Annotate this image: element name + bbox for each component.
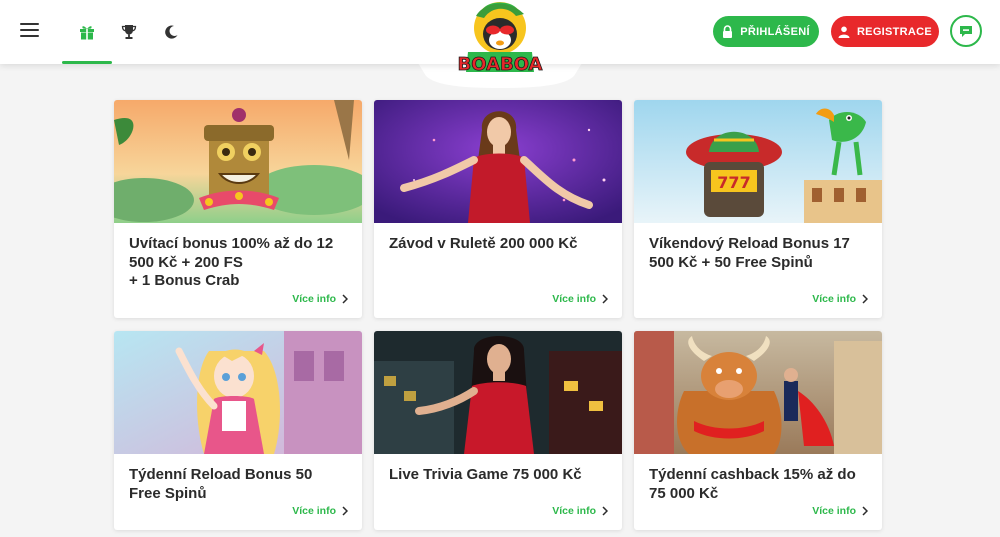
promo-card[interactable]: Live Trivia Game 75 000 Kč Více info xyxy=(374,331,622,530)
more-info-link[interactable]: Více info xyxy=(552,505,608,517)
promo-title: Uvítací bonus 100% až do 12 500 Kč + 200… xyxy=(129,235,334,289)
promo-image-trivia-host xyxy=(374,331,622,454)
more-info-label: Více info xyxy=(292,293,336,305)
more-info-link[interactable]: Více info xyxy=(292,505,348,517)
chevron-right-icon xyxy=(602,294,608,304)
more-info-label: Více info xyxy=(552,505,596,517)
promo-title: Týdenní Reload Bonus 50 Free Spinů xyxy=(129,466,313,502)
chevron-right-icon xyxy=(342,294,348,304)
chat-button[interactable] xyxy=(950,15,982,47)
promo-title: Týdenní cashback 15% až do 75 000 Kč xyxy=(649,466,856,502)
promo-card[interactable]: Týdenní Reload Bonus 50 Free Spinů Více … xyxy=(114,331,362,530)
promo-card[interactable]: Závod v Ruletě 200 000 Kč Více info xyxy=(374,100,622,318)
more-info-label: Více info xyxy=(292,505,336,517)
more-info-link[interactable]: Více info xyxy=(292,293,348,305)
more-info-label: Více info xyxy=(812,293,856,305)
login-label: PŘIHLÁŠENÍ xyxy=(740,25,810,38)
more-info-link[interactable]: Více info xyxy=(812,505,868,517)
promo-title: Live Trivia Game 75 000 Kč xyxy=(389,466,582,483)
trophy-icon[interactable] xyxy=(113,18,145,46)
chevron-right-icon xyxy=(862,294,868,304)
more-info-link[interactable]: Více info xyxy=(812,293,868,305)
chevron-right-icon xyxy=(342,506,348,516)
promo-image-bull-matador xyxy=(634,331,882,454)
user-icon xyxy=(838,26,850,38)
more-info-label: Více info xyxy=(812,505,856,517)
gift-icon[interactable] xyxy=(62,18,112,64)
more-info-label: Více info xyxy=(552,293,596,305)
chevron-right-icon xyxy=(862,506,868,516)
more-info-link[interactable]: Více info xyxy=(552,293,608,305)
chat-icon xyxy=(960,25,972,37)
login-button[interactable]: PŘIHLÁŠENÍ xyxy=(713,16,819,47)
logo-wordmark: BOABOA xyxy=(458,54,543,75)
register-button[interactable]: REGISTRACE xyxy=(831,16,939,47)
promo-title: Závod v Ruletě 200 000 Kč xyxy=(389,235,578,252)
promo-card[interactable]: Týdenní cashback 15% až do 75 000 Kč Víc… xyxy=(634,331,882,530)
chevron-right-icon xyxy=(602,506,608,516)
lock-icon xyxy=(723,25,733,38)
boaboa-logo[interactable]: BOABOA xyxy=(448,0,552,78)
promo-card[interactable]: Uvítací bonus 100% až do 12 500 Kč + 200… xyxy=(114,100,362,318)
promo-image-tiki xyxy=(114,100,362,223)
hamburger-menu-icon[interactable] xyxy=(20,23,39,38)
promo-image-anime-girl xyxy=(114,331,362,454)
register-label: REGISTRACE xyxy=(856,25,933,38)
promo-image-slot-sombrero: 777 xyxy=(634,100,882,223)
promo-card[interactable]: 777 Víkendový Reload Bonus 17 500 Kč + 5… xyxy=(634,100,882,318)
moon-icon[interactable] xyxy=(155,18,187,46)
promo-title: Víkendový Reload Bonus 17 500 Kč + 50 Fr… xyxy=(649,235,850,271)
promo-image-roulette-host xyxy=(374,100,622,223)
svg-text:777: 777 xyxy=(717,173,750,192)
